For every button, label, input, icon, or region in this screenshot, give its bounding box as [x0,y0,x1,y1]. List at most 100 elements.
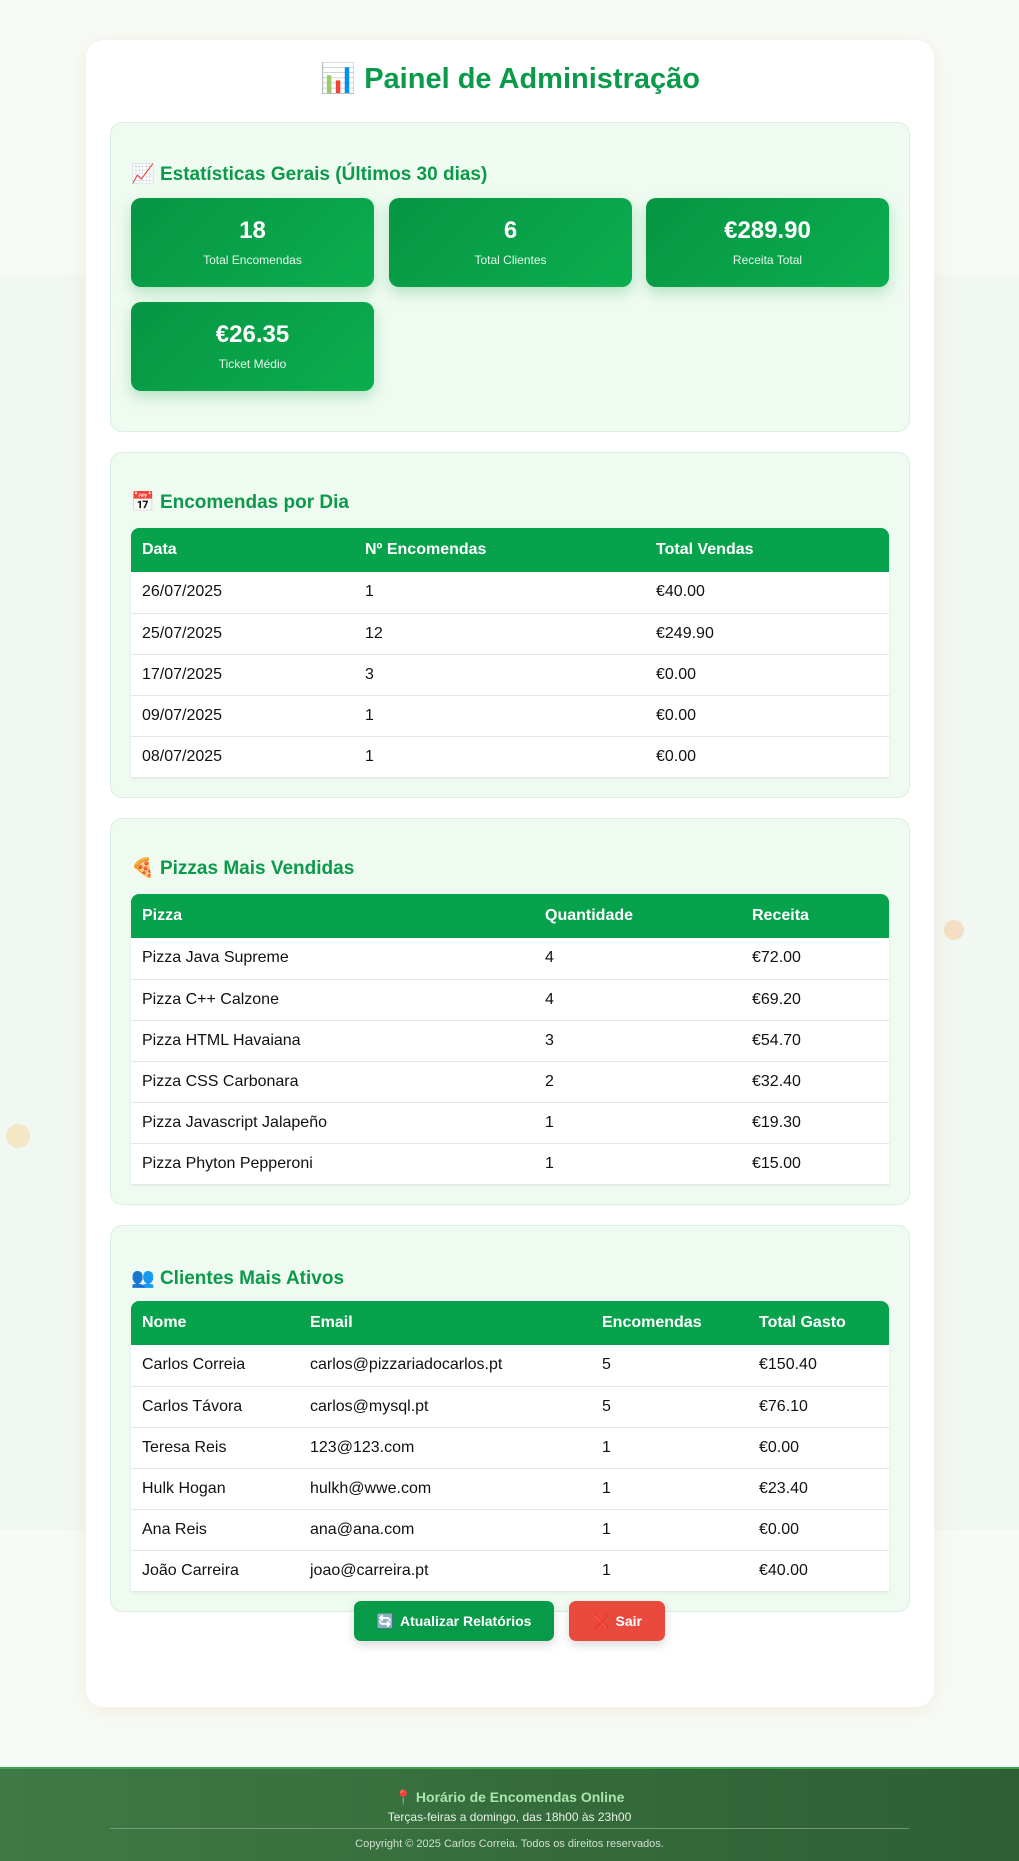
table-cell: Hulk Hogan [131,1468,299,1510]
stat-total-revenue: €289.90 Receita Total [646,198,889,287]
column-header: Receita [741,894,889,938]
stat-value: €289.90 [724,217,811,244]
table-row: João Carreira joao@carreira.pt 1 €40.00 [131,1550,889,1592]
table-cell: €40.00 [645,572,889,614]
table-cell: Carlos Correia [131,1345,299,1387]
table-cell: Pizza C++ Calzone [131,979,534,1021]
table-cell: €150.40 [748,1345,889,1387]
stat-total-orders: 18 Total Encomendas [131,198,374,287]
general-stats-section: 📈 Estatísticas Gerais (Últimos 30 dias) … [110,122,910,432]
table-cell: 3 [354,654,645,696]
column-header: Data [131,528,354,572]
table-cell: 1 [591,1550,748,1592]
table-header-row: Data Nº Encomendas Total Vendas [131,528,889,572]
table-cell: Pizza HTML Havaiana [131,1020,534,1062]
table-cell: €54.70 [741,1020,889,1062]
column-header: Quantidade [534,894,741,938]
table-cell: €76.10 [748,1386,889,1428]
section-title: 🍕 Pizzas Mais Vendidas [131,858,355,879]
table-cell: 1 [591,1468,748,1510]
table-cell: 1 [354,695,645,737]
top-clients-table: Nome Email Encomendas Total Gasto Carlos… [131,1301,889,1592]
stat-average-ticket: €26.35 Ticket Médio [131,302,374,391]
orders-by-day-section: 📅 Encomendas por Dia Data Nº Encomendas … [110,452,910,798]
table-row: Pizza Java Supreme 4 €72.00 [131,938,889,980]
table-cell: 1 [534,1143,741,1185]
table-cell: €72.00 [741,938,889,980]
table-cell: hulkh@wwe.com [299,1468,591,1510]
table-cell: 2 [534,1061,741,1103]
pizza-icon: 🍕 [131,858,155,879]
trend-icon: 📈 [131,164,155,185]
table-cell: 3 [534,1020,741,1062]
orders-by-day-table: Data Nº Encomendas Total Vendas 26/07/20… [131,528,889,778]
column-header: Nº Encomendas [354,528,645,572]
column-header: Email [299,1301,591,1345]
refresh-icon: 🔄 [376,1612,394,1629]
table-cell: 17/07/2025 [131,654,354,696]
logout-button[interactable]: ❌ Sair [569,1601,665,1641]
table-cell: 12 [354,613,645,655]
table-cell: 5 [591,1386,748,1428]
column-header: Total Gasto [748,1301,889,1345]
stat-value: 18 [239,217,266,244]
table-row: Teresa Reis 123@123.com 1 €0.00 [131,1427,889,1469]
footer-title: 📍 Horário de Encomendas Online [394,1789,625,1805]
footer: 📍 Horário de Encomendas Online Terças-fe… [0,1767,1019,1861]
table-cell: ana@ana.com [299,1509,591,1551]
column-header: Total Vendas [645,528,889,572]
table-cell: carlos@pizzariadocarlos.pt [299,1345,591,1387]
table-row: Pizza CSS Carbonara 2 €32.40 [131,1061,889,1103]
table-cell: €0.00 [748,1509,889,1551]
table-row: Hulk Hogan hulkh@wwe.com 1 €23.40 [131,1468,889,1510]
calendar-icon: 📅 [131,492,155,513]
top-pizzas-section: 🍕 Pizzas Mais Vendidas Pizza Quantidade … [110,818,910,1205]
table-cell: 1 [591,1427,748,1469]
page-title-text: Painel de Administração [364,63,700,95]
table-cell: €0.00 [645,654,889,696]
refresh-reports-button[interactable]: 🔄 Atualizar Relatórios [354,1601,554,1641]
stat-total-clients: 6 Total Clientes [389,198,632,287]
table-cell: €69.20 [741,979,889,1021]
button-label: Atualizar Relatórios [399,1613,532,1629]
table-cell: Teresa Reis [131,1427,299,1469]
location-pin-icon: 📍 [394,1789,413,1805]
table-cell: Pizza Phyton Pepperoni [131,1143,534,1185]
section-title: 👥 Clientes Mais Ativos [131,1268,345,1289]
table-row: Pizza Phyton Pepperoni 1 €15.00 [131,1143,889,1185]
table-row: 26/07/2025 1 €40.00 [131,572,889,614]
footer-hours: Terças-feiras a domingo, das 18h00 às 23… [387,1810,632,1824]
table-cell: joao@carreira.pt [299,1550,591,1592]
stat-label: Ticket Médio [218,357,287,371]
table-row: 09/07/2025 1 €0.00 [131,695,889,737]
table-cell: 1 [534,1102,741,1144]
stat-value: €26.35 [215,321,290,348]
table-cell: 1 [591,1509,748,1551]
table-cell: €249.90 [645,613,889,655]
table-cell: €0.00 [748,1427,889,1469]
table-cell: Pizza Javascript Jalapeño [131,1102,534,1144]
table-cell: 123@123.com [299,1427,591,1469]
stat-label: Receita Total [732,253,803,267]
table-row: Pizza HTML Havaiana 3 €54.70 [131,1020,889,1062]
table-header-row: Pizza Quantidade Receita [131,894,889,938]
table-cell: 09/07/2025 [131,695,354,737]
table-cell: Carlos Távora [131,1386,299,1428]
table-cell: carlos@mysql.pt [299,1386,591,1428]
top-pizzas-table: Pizza Quantidade Receita Pizza Java Supr… [131,894,889,1185]
chart-icon: 📊 [320,63,357,95]
table-cell: João Carreira [131,1550,299,1592]
table-cell: Pizza CSS Carbonara [131,1061,534,1103]
footer-divider [110,1828,909,1829]
table-cell: €23.40 [748,1468,889,1510]
table-cell: 4 [534,938,741,980]
stat-value: 6 [503,217,518,244]
stat-label: Total Clientes [474,253,547,267]
background-decoration [944,920,964,940]
table-header-row: Nome Email Encomendas Total Gasto [131,1301,889,1345]
close-icon: ❌ [592,1612,610,1629]
table-row: 08/07/2025 1 €0.00 [131,736,889,778]
table-cell: 1 [354,572,645,614]
page-title: 📊 Painel de Administração [86,62,934,96]
admin-panel-card: 📊 Painel de Administração 📈 Estatísticas… [86,40,934,1707]
